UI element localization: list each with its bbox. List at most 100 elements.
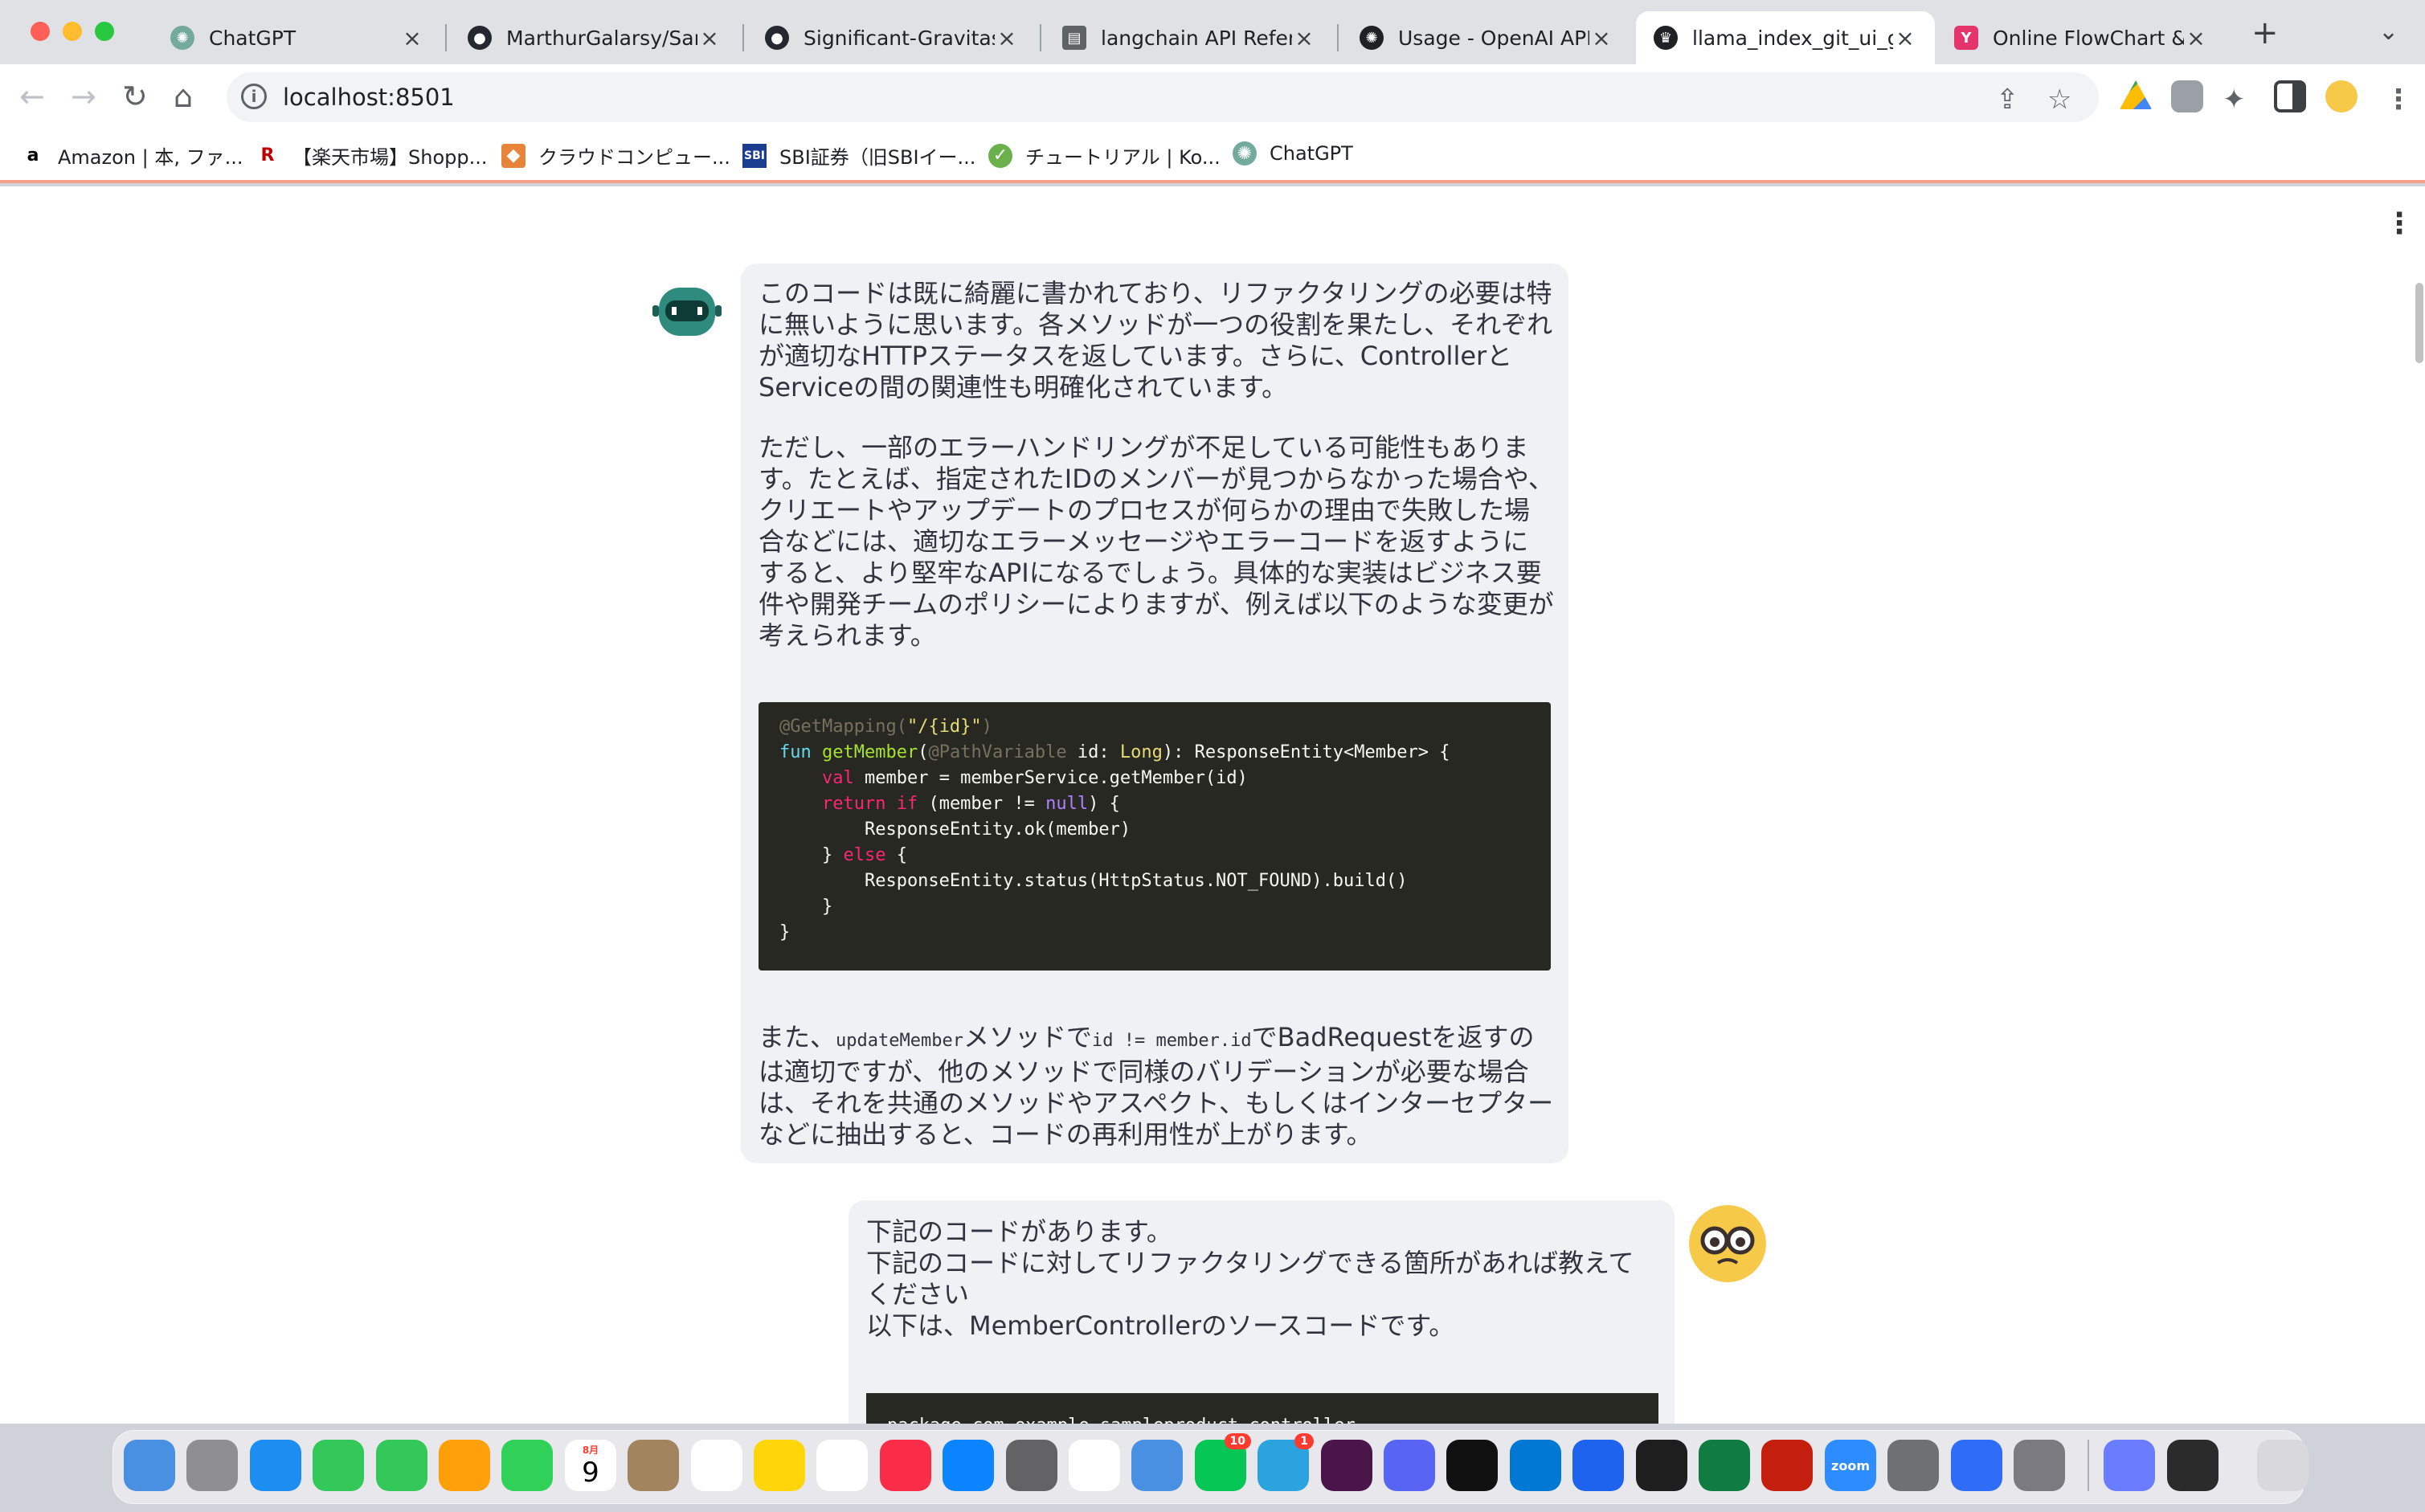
screenshot-icon[interactable] [2014, 1440, 2065, 1491]
zoom-window-button[interactable] [95, 22, 114, 41]
page-scrollbar[interactable] [2415, 283, 2423, 363]
site-info-icon[interactable]: i [241, 84, 267, 109]
freeform-icon[interactable] [816, 1440, 868, 1491]
code-line: val member = memberService.getMember(id) [821, 768, 1248, 788]
bookmark-label: クラウドコンピュー... [538, 146, 730, 169]
tab-title: ChatGPT [209, 26, 296, 50]
reload-icon[interactable]: ↻ [122, 79, 148, 114]
activity-monitor-icon[interactable] [2167, 1440, 2218, 1491]
line-icon[interactable]: 10 [1195, 1433, 1251, 1491]
close-tab-icon[interactable]: × [1893, 25, 1917, 51]
docker-icon[interactable] [1572, 1440, 1624, 1491]
kotlin-icon: ✓ [988, 143, 1012, 168]
bookmark-aws[interactable]: ◆ クラウドコンピュー... [501, 141, 730, 170]
dock-divider [2088, 1440, 2089, 1491]
tab-search-icon[interactable]: ⌄ [2378, 18, 2398, 46]
user-avatar [1689, 1205, 1766, 1282]
url-text[interactable]: localhost:8501 [283, 84, 455, 111]
share-icon[interactable]: ⇪ [1996, 84, 2019, 116]
tab-title: llama_index_git_ui_g [1692, 26, 1893, 50]
tab-github-samp[interactable]: ● MarthurGalarsy/Samp × [450, 11, 739, 64]
assistant-paragraph-3: また、updateMemberメソッドでid != member.idでBadR… [759, 1022, 1554, 1150]
code-line: ResponseEntity.status(HttpStatus.NOT_FOU… [779, 871, 1408, 891]
extensions-icon[interactable]: ✦ [2223, 84, 2246, 116]
scanner-icon[interactable] [1887, 1440, 1939, 1491]
bookmark-sbi[interactable]: SBI SBI証券（旧SBIイー... [742, 141, 975, 170]
code-line: } [779, 922, 791, 942]
reminders-icon[interactable] [691, 1440, 742, 1491]
music-icon[interactable] [880, 1440, 931, 1491]
tab-divider [1040, 24, 1041, 51]
tab-flowchart[interactable]: Y Online FlowChart & D × [1936, 11, 2226, 64]
trash-icon[interactable] [2257, 1440, 2308, 1491]
text-span: メソッドで [963, 1022, 1092, 1052]
vscode-icon[interactable] [1510, 1440, 1561, 1491]
system-settings-icon[interactable] [1006, 1440, 1057, 1491]
bookmark-star-icon[interactable]: ☆ [2047, 84, 2071, 116]
browser-menu-icon[interactable]: ⋮ [2385, 84, 2412, 116]
tab-llama-index[interactable]: ♛ llama_index_git_ui_g × [1636, 11, 1935, 64]
forward-icon[interactable]: → [71, 79, 96, 114]
messages-icon[interactable] [313, 1440, 364, 1491]
zoom-icon[interactable]: zoom [1825, 1440, 1876, 1491]
bookmark-rakuten[interactable]: R 【楽天市場】Shopp... [256, 141, 488, 170]
tab-langchain[interactable]: ▤ langchain API Refere × [1045, 11, 1334, 64]
tab-title: MarthurGalarsy/Samp [506, 26, 697, 50]
tab-openai-usage[interactable]: ✺ Usage - OpenAI API × [1342, 11, 1631, 64]
bookmark-label: ChatGPT [1270, 142, 1353, 165]
chatgpt-icon: ✺ [170, 26, 194, 50]
tab-title: langchain API Refere [1101, 26, 1292, 50]
safari-icon[interactable] [250, 1440, 301, 1491]
code-line: } else { [779, 845, 907, 865]
side-panel-icon[interactable] [2274, 80, 2306, 112]
finder-icon[interactable] [124, 1440, 175, 1491]
tab-github-gravitas[interactable]: ● Significant-Gravitas/ × [747, 11, 1037, 64]
notes-icon[interactable] [754, 1440, 805, 1491]
intellij-icon[interactable] [1446, 1440, 1498, 1491]
app-store-icon[interactable] [943, 1440, 994, 1491]
new-tab-button[interactable]: + [2251, 14, 2279, 51]
bookmark-kotlin[interactable]: ✓ チュートリアル | Ko... [988, 141, 1221, 170]
close-tab-icon[interactable]: × [697, 25, 722, 51]
slack-icon[interactable] [1321, 1440, 1372, 1491]
bot-avatar [652, 288, 722, 336]
aws-icon: ◆ [501, 143, 525, 168]
minimize-window-button[interactable] [63, 22, 82, 41]
photos-icon[interactable] [439, 1440, 490, 1491]
profile-avatar[interactable] [2325, 80, 2358, 112]
calendar-day: 9 [582, 1456, 599, 1489]
bookmark-amazon[interactable]: a Amazon | 本, ファ... [21, 141, 243, 170]
user-code-block: package com.example.sampleproduct.contro… [866, 1393, 1658, 1424]
close-tab-icon[interactable]: × [1589, 25, 1613, 51]
calendar-icon[interactable]: 8月 9 [565, 1440, 616, 1491]
preview-icon[interactable] [2104, 1440, 2155, 1491]
close-tab-icon[interactable]: × [995, 25, 1019, 51]
facetime-icon[interactable] [501, 1440, 553, 1491]
bookmark-chatgpt[interactable]: ✺ ChatGPT [1233, 141, 1353, 166]
back-icon[interactable]: ← [19, 79, 45, 114]
camera-icon[interactable] [2171, 80, 2203, 112]
app-menu-icon[interactable]: ⋮ [2385, 207, 2414, 240]
maps-icon[interactable] [376, 1440, 427, 1491]
mail-icon[interactable] [1131, 1440, 1183, 1491]
chrome-icon[interactable] [1069, 1440, 1120, 1491]
acrobat-icon[interactable] [1761, 1440, 1813, 1491]
discord-icon[interactable] [1384, 1440, 1435, 1491]
close-tab-icon[interactable]: × [1292, 25, 1316, 51]
tab-divider [742, 24, 744, 51]
telegram-icon[interactable]: 1 [1257, 1433, 1314, 1491]
ocr-icon[interactable] [1951, 1440, 2002, 1491]
tab-chatgpt[interactable]: ✺ ChatGPT × [153, 11, 442, 64]
launchpad-icon[interactable] [186, 1440, 238, 1491]
contacts-icon[interactable] [628, 1440, 679, 1491]
terminal-icon[interactable] [1636, 1440, 1687, 1491]
close-tab-icon[interactable]: × [2184, 25, 2208, 51]
close-window-button[interactable] [31, 22, 50, 41]
address-bar[interactable]: i localhost:8501 [227, 72, 2099, 122]
sbi-icon: SBI [742, 143, 767, 168]
bookmark-label: Amazon | 本, ファ... [58, 146, 243, 169]
code-block: @GetMapping("/{id}") fun getMember(@Path… [759, 702, 1551, 971]
close-tab-icon[interactable]: × [400, 25, 424, 51]
home-icon[interactable]: ⌂ [174, 79, 193, 114]
excel-icon[interactable] [1699, 1440, 1750, 1491]
